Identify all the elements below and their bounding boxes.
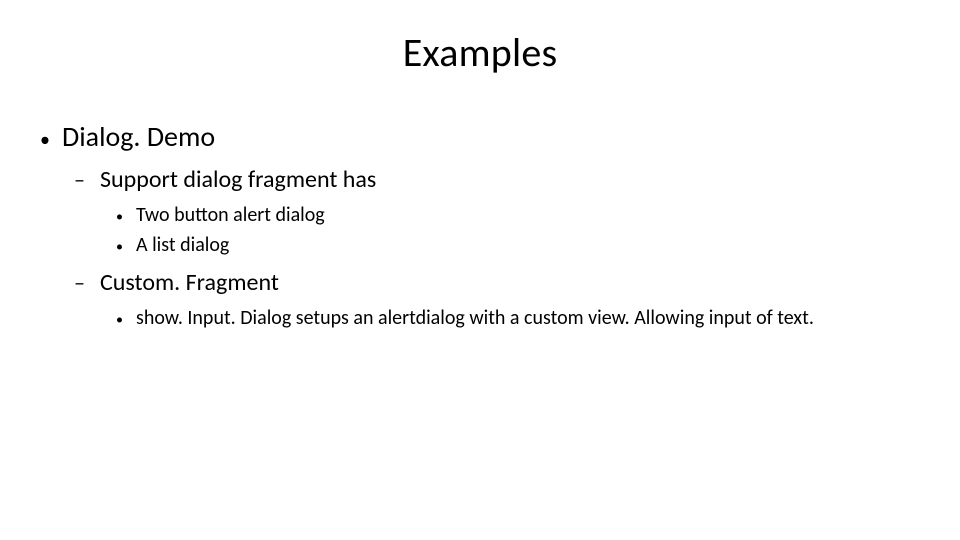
- slide-title: Examples: [38, 28, 922, 77]
- bullet-level1-text: Dialog. Demo: [62, 119, 215, 154]
- bullet-level2: – Custom. Fragment: [74, 268, 922, 297]
- bullet-level3: • Two button alert dialog: [114, 202, 922, 228]
- slide: Examples • Dialog. Demo – Support dialog…: [0, 0, 960, 540]
- bullet-level3-text: Two button alert dialog: [136, 202, 922, 228]
- bullet-disc-icon: •: [114, 206, 136, 228]
- bullet-level2-text: Custom. Fragment: [100, 268, 279, 297]
- bullet-level3-text: show. Input. Dialog setups an alertdialo…: [136, 305, 922, 331]
- bullet-level3: • show. Input. Dialog setups an alertdia…: [114, 305, 922, 331]
- dash-icon: –: [74, 167, 100, 193]
- dash-icon: –: [74, 270, 100, 296]
- bullet-disc-icon: •: [114, 309, 136, 331]
- bullet-level2: – Support dialog fragment has: [74, 165, 922, 194]
- bullet-level3: • A list dialog: [114, 232, 922, 258]
- bullet-level3-text: A list dialog: [136, 232, 922, 258]
- bullet-level1: • Dialog. Demo: [38, 119, 922, 155]
- bullet-level2-text: Support dialog fragment has: [100, 165, 376, 194]
- bullet-disc-icon: •: [38, 125, 62, 155]
- bullet-disc-icon: •: [114, 236, 136, 258]
